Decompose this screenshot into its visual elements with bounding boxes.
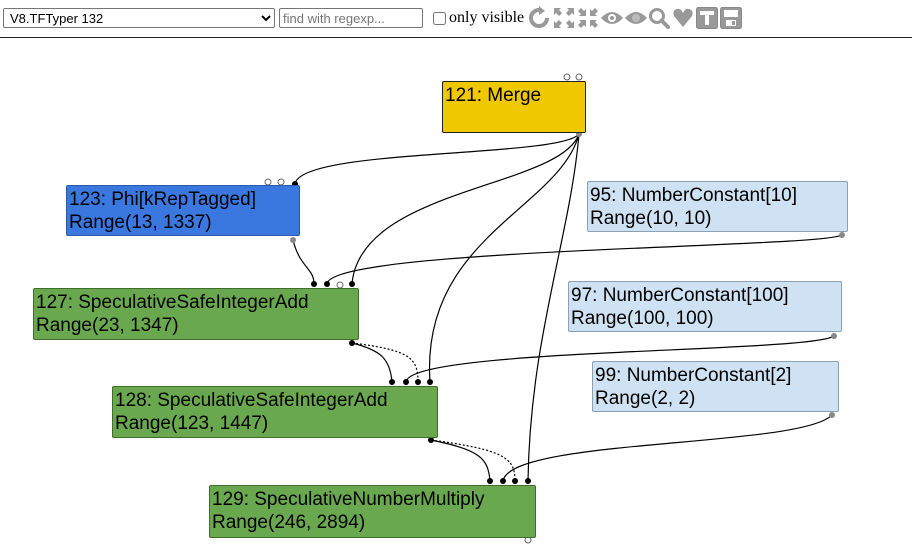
output-dot [831, 333, 837, 339]
fit-icon[interactable] [576, 6, 600, 30]
eye-hidden-icon[interactable] [624, 6, 648, 30]
input-dot [311, 281, 317, 287]
unconnected-input-dot [563, 73, 571, 81]
node-label: 128: SpeculativeSafeIntegerAdd [115, 390, 388, 411]
input-dot [349, 281, 355, 287]
text-toggle-icon[interactable] [695, 6, 719, 30]
edge-128-129a [430, 439, 491, 482]
edge-95-127 [326, 234, 843, 285]
unconnected-input-dot [575, 73, 583, 81]
input-dot [427, 379, 433, 385]
input-dot [500, 478, 506, 484]
input-dot [403, 379, 409, 385]
heart-icon[interactable] [671, 6, 695, 30]
only-visible-label: only visible [449, 9, 525, 26]
input-dot [415, 379, 421, 385]
node-123-phi[interactable]: 123: Phi[kRepTagged] Range(13, 1337) [66, 185, 300, 236]
save-icon[interactable] [719, 6, 743, 30]
node-range: Range(10, 10) [590, 208, 712, 229]
output-dot [349, 340, 355, 346]
toolbar: V8.TFTyper 132 only visible [0, 0, 912, 38]
node-range: Range(2, 2) [595, 388, 696, 409]
edge-127-128a [351, 342, 393, 383]
phase-select[interactable]: V8.TFTyper 132 [3, 8, 275, 28]
eye-icon[interactable] [600, 6, 624, 30]
output-dot [829, 412, 835, 418]
edge-123-127 [292, 239, 315, 285]
node-label: 97: NumberConstant[100] [571, 285, 789, 306]
node-range: Range(246, 2894) [212, 512, 366, 533]
input-dot [324, 281, 330, 287]
edge-127-128-dotted [351, 342, 419, 383]
only-visible-checkbox[interactable] [433, 11, 446, 25]
search-icon[interactable] [647, 6, 671, 30]
node-99-number-constant[interactable]: 99: NumberConstant[2] Range(2, 2) [592, 361, 839, 412]
input-dot [487, 478, 493, 484]
edge-121-127 [351, 133, 580, 285]
node-label: 99: NumberConstant[2] [595, 365, 792, 386]
node-129-speculative-number-multiply[interactable]: 129: SpeculativeNumberMultiply Range(246… [209, 485, 536, 538]
expand-icon[interactable] [552, 6, 576, 30]
node-127-speculative-safe-integer-add[interactable]: 127: SpeculativeSafeIntegerAdd Range(23,… [33, 288, 359, 340]
node-121-merge[interactable]: 121: Merge [442, 81, 586, 133]
node-label: 121: Merge [445, 85, 542, 106]
output-dot [839, 232, 845, 238]
node-range: Range(13, 1337) [69, 212, 212, 233]
input-dot [525, 478, 531, 484]
graph-area[interactable]: 121: Merge 123: Phi[kRepTagged] Range(13… [0, 38, 912, 560]
node-label: 95: NumberConstant[10] [590, 185, 798, 206]
only-visible-toggle[interactable]: only visible [431, 7, 524, 29]
reload-icon[interactable] [527, 6, 551, 30]
node-128-speculative-safe-integer-add[interactable]: 128: SpeculativeSafeIntegerAdd Range(123… [112, 386, 438, 438]
node-range: Range(23, 1347) [36, 315, 179, 336]
node-range: Range(123, 1447) [115, 413, 269, 434]
node-95-number-constant[interactable]: 95: NumberConstant[10] Range(10, 10) [587, 181, 848, 232]
node-97-number-constant[interactable]: 97: NumberConstant[100] Range(100, 100) [568, 281, 842, 332]
edge-99-129 [502, 414, 833, 482]
search-input[interactable] [279, 8, 423, 28]
node-range: Range(100, 100) [571, 308, 714, 329]
edge-121-123 [294, 133, 580, 185]
node-label: 123: Phi[kRepTagged] [69, 189, 256, 210]
node-label: 127: SpeculativeSafeIntegerAdd [36, 292, 309, 313]
output-dot [290, 237, 296, 243]
edge-128-129-dotted [430, 439, 516, 482]
input-dot [512, 478, 518, 484]
node-label: 129: SpeculativeNumberMultiply [212, 489, 485, 510]
input-dot [389, 379, 395, 385]
